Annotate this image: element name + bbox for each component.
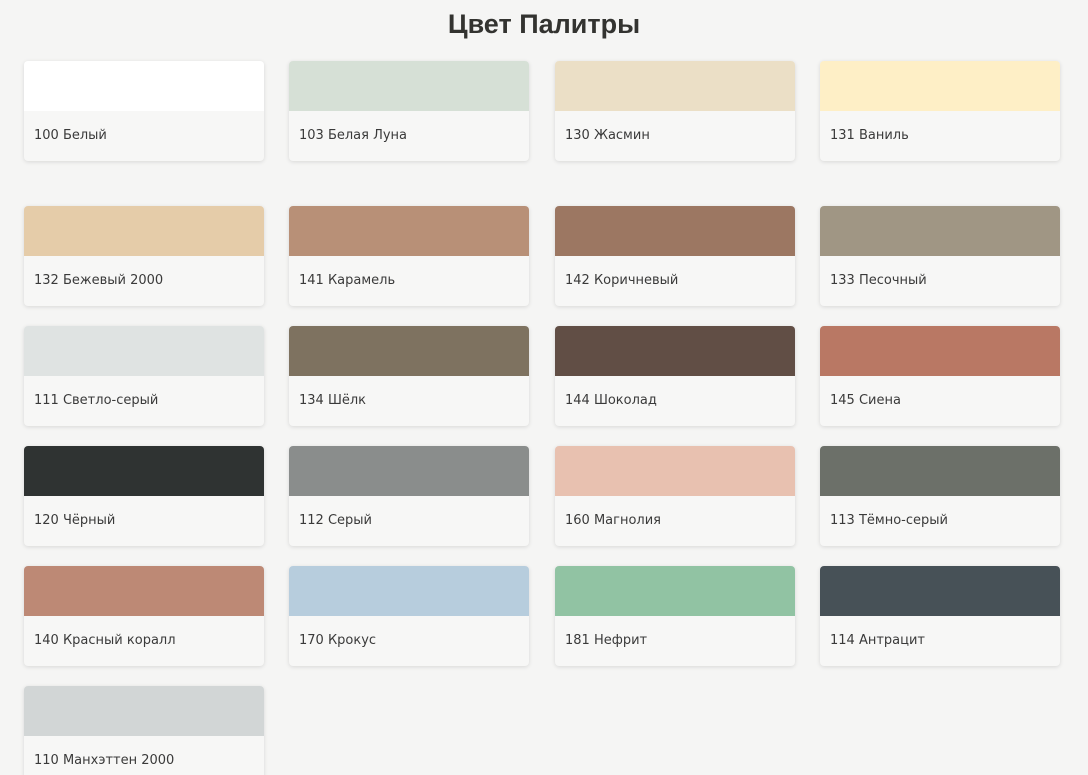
swatch-label: 111 Светло-серый <box>34 393 159 408</box>
swatch-card-133[interactable]: 133 Песочный <box>820 206 1060 306</box>
swatch-color <box>24 446 264 496</box>
swatch-color <box>289 446 529 496</box>
swatch-card-140[interactable]: 140 Красный коралл <box>24 566 264 666</box>
swatch-label: 142 Коричневый <box>565 273 679 288</box>
swatch-label: 100 Белый <box>34 128 107 143</box>
swatch-color <box>820 446 1060 496</box>
swatch-card-181[interactable]: 181 Нефрит <box>555 566 795 666</box>
swatch-label: 140 Красный коралл <box>34 633 176 648</box>
swatch-card-170[interactable]: 170 Крокус <box>289 566 529 666</box>
swatch-color <box>24 206 264 256</box>
swatch-color <box>555 566 795 616</box>
swatch-label: 170 Крокус <box>299 633 377 648</box>
swatch-color <box>24 61 264 111</box>
swatch-label: 134 Шёлк <box>299 393 367 408</box>
swatch-card-134[interactable]: 134 Шёлк <box>289 326 529 426</box>
swatch-color <box>820 206 1060 256</box>
swatch-card-100[interactable]: 100 Белый <box>24 61 264 161</box>
swatch-color <box>24 686 264 736</box>
swatch-card-112[interactable]: 112 Серый <box>289 446 529 546</box>
swatch-card-142[interactable]: 142 Коричневый <box>555 206 795 306</box>
swatch-color <box>820 566 1060 616</box>
swatch-label: 181 Нефрит <box>565 633 648 648</box>
swatch-card-120[interactable]: 120 Чёрный <box>24 446 264 546</box>
swatch-card-130[interactable]: 130 Жасмин <box>555 61 795 161</box>
swatch-label: 103 Белая Луна <box>299 128 408 143</box>
swatch-label: 141 Карамель <box>299 273 396 288</box>
swatch-card-160[interactable]: 160 Магнолия <box>555 446 795 546</box>
swatch-label: 144 Шоколад <box>565 393 657 408</box>
swatch-card-141[interactable]: 141 Карамель <box>289 206 529 306</box>
swatch-label: 130 Жасмин <box>565 128 650 143</box>
swatch-card-144[interactable]: 144 Шоколад <box>555 326 795 426</box>
swatch-card-113[interactable]: 113 Тёмно-серый <box>820 446 1060 546</box>
swatch-color <box>555 206 795 256</box>
swatch-color <box>24 566 264 616</box>
swatch-color <box>555 61 795 111</box>
swatch-card-114[interactable]: 114 Антрацит <box>820 566 1060 666</box>
swatch-color <box>289 326 529 376</box>
swatch-color <box>820 61 1060 111</box>
swatch-label: 131 Ваниль <box>830 128 909 143</box>
swatch-label: 133 Песочный <box>830 273 927 288</box>
swatch-card-111[interactable]: 111 Светло-серый <box>24 326 264 426</box>
swatch-label: 114 Антрацит <box>830 633 925 648</box>
swatch-color <box>555 326 795 376</box>
swatch-label: 160 Магнолия <box>565 513 661 528</box>
swatch-card-110[interactable]: 110 Манхэттен 2000 <box>24 686 264 775</box>
palette-page: Цвет Палитры 100 Белый 103 Белая Луна 13… <box>0 0 1088 775</box>
swatch-color <box>289 566 529 616</box>
swatch-color <box>289 206 529 256</box>
swatch-card-103[interactable]: 103 Белая Луна <box>289 61 529 161</box>
swatch-color <box>24 326 264 376</box>
swatch-label: 110 Манхэттен 2000 <box>34 753 175 768</box>
swatch-card-145[interactable]: 145 Сиена <box>820 326 1060 426</box>
swatch-card-131[interactable]: 131 Ваниль <box>820 61 1060 161</box>
swatch-card-132[interactable]: 132 Бежевый 2000 <box>24 206 264 306</box>
swatch-color <box>820 326 1060 376</box>
swatch-color <box>555 446 795 496</box>
page-title: Цвет Палитры <box>447 9 641 39</box>
swatch-label: 145 Сиена <box>830 393 901 408</box>
swatch-color <box>289 61 529 111</box>
swatch-label: 132 Бежевый 2000 <box>34 273 164 288</box>
swatch-label: 113 Тёмно-серый <box>830 513 948 528</box>
swatch-label: 112 Серый <box>299 513 372 528</box>
swatch-label: 120 Чёрный <box>34 513 116 528</box>
